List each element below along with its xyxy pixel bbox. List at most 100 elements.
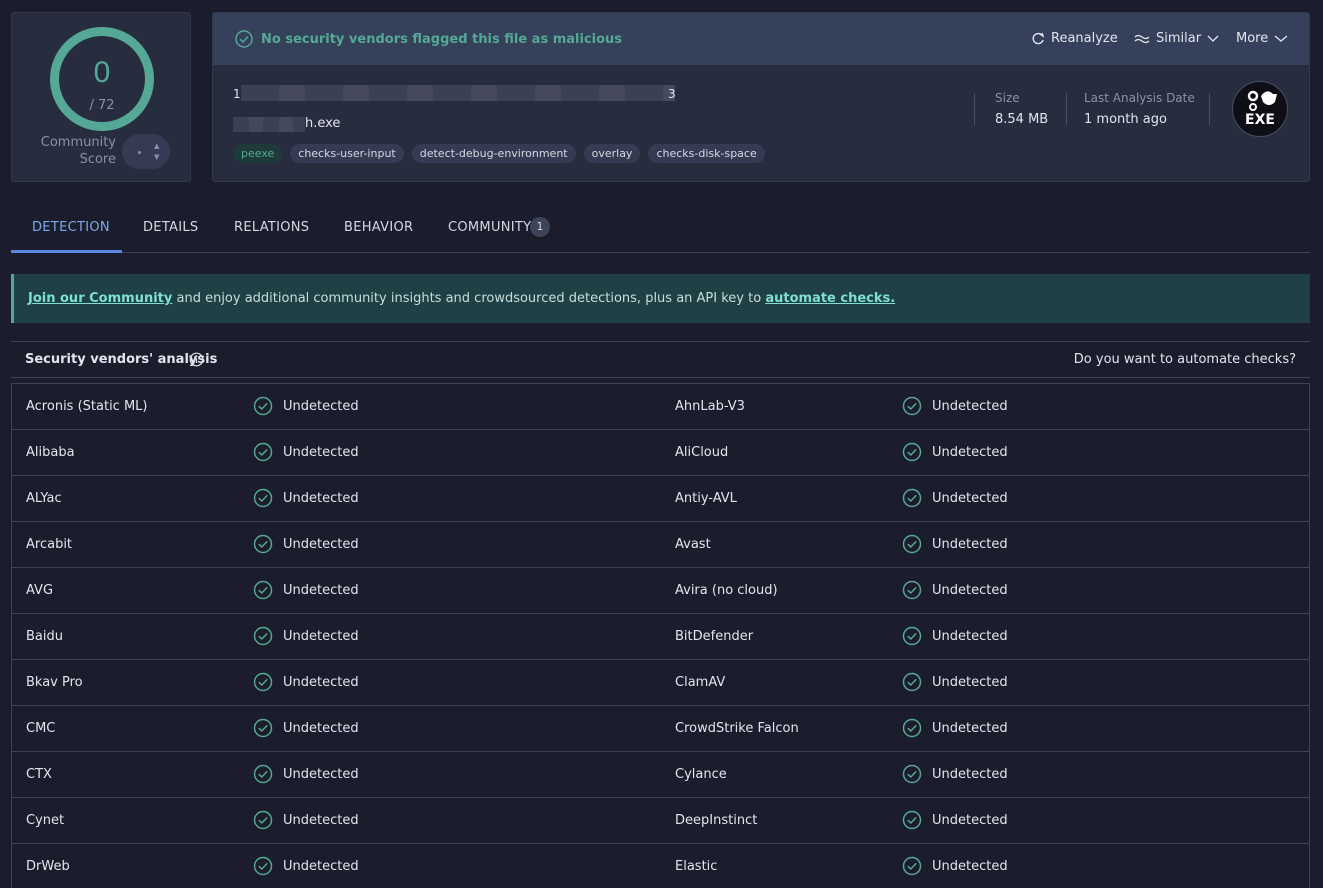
file-hash-start: 1 — [233, 87, 241, 101]
vendor-row: Acronis (Static ML) Undetected AhnLab-V3 Un… — [12, 384, 1309, 430]
check-circle-icon — [902, 580, 922, 600]
vendor-result: Undetected — [932, 399, 1008, 414]
vendor-result: Undetected — [932, 537, 1008, 552]
vendor-name: Acronis (Static ML) — [26, 399, 148, 414]
vendor-row: Cynet Undetected DeepInstinct Undetected — [12, 798, 1309, 844]
active-tab-indicator — [11, 250, 122, 253]
vendor-name: CTX — [26, 767, 52, 782]
vendor-result: Undetected — [283, 537, 359, 552]
vendor-row: Bkav Pro Undetected ClamAV Undetected — [12, 660, 1309, 706]
vendor-name: Cylance — [675, 767, 727, 782]
last-analysis-value: 1 month ago — [1084, 112, 1167, 127]
chevron-down-icon — [1274, 35, 1288, 42]
file-tag[interactable]: checks-user-input — [290, 144, 404, 163]
vendor-result: Undetected — [932, 859, 1008, 874]
automate-checks-prompt[interactable]: Do you want to automate checks? — [1074, 352, 1296, 367]
vendor-result: Undetected — [932, 491, 1008, 506]
tab-details[interactable]: DETAILS — [143, 220, 198, 235]
size-value: 8.54 MB — [995, 112, 1049, 127]
file-tag[interactable]: checks-disk-space — [648, 144, 765, 163]
vendor-row: CTX Undetected Cylance Undetected — [12, 752, 1309, 798]
vendor-result: Undetected — [283, 813, 359, 828]
vendor-name: CrowdStrike Falcon — [675, 721, 799, 736]
check-circle-icon — [902, 718, 922, 738]
vendor-name: AhnLab-V3 — [675, 399, 745, 414]
vendor-result: Undetected — [283, 491, 359, 506]
vendor-name: Cynet — [26, 813, 65, 828]
check-circle-icon — [902, 442, 922, 462]
file-type-badge: EXE — [1232, 81, 1288, 137]
chevron-up-icon: ▲ — [154, 142, 160, 150]
check-circle-icon — [253, 764, 273, 784]
file-hash-end: 3 — [668, 87, 676, 101]
vendor-result: Undetected — [283, 721, 359, 736]
vendor-result: Undetected — [932, 583, 1008, 598]
community-score-dot — [138, 151, 141, 154]
vendor-name: CMC — [26, 721, 56, 736]
vendor-name: ALYac — [26, 491, 62, 506]
vendor-name: ClamAV — [675, 675, 726, 690]
vendor-result: Undetected — [932, 813, 1008, 828]
file-tag[interactable]: peexe — [233, 144, 283, 163]
vendor-row: Alibaba Undetected AliCloud Undetected — [12, 430, 1309, 476]
vendor-result: Undetected — [932, 629, 1008, 644]
divider — [1066, 93, 1067, 125]
tab-community[interactable]: COMMUNITY — [448, 220, 531, 235]
tag-list: peexe checks-user-input detect-debug-envir… — [233, 144, 765, 163]
vendor-result: Undetected — [283, 445, 359, 460]
vendor-name: DeepInstinct — [675, 813, 758, 828]
divider — [1209, 93, 1210, 125]
vendor-result: Undetected — [932, 767, 1008, 782]
check-circle-icon — [902, 626, 922, 646]
check-circle-icon — [902, 856, 922, 876]
check-circle-icon — [253, 856, 273, 876]
status-text: No security vendors flagged this file as… — [261, 32, 623, 47]
redacted-hash — [241, 85, 675, 101]
check-circle-icon — [235, 30, 253, 48]
detection-total: / 72 — [89, 98, 115, 113]
vendors-header: Security vendors' analysis Do you want t… — [11, 341, 1310, 378]
check-circle-icon — [253, 534, 273, 554]
vendor-row: ALYac Undetected Antiy-AVL Undetected — [12, 476, 1309, 522]
vendor-result: Undetected — [283, 859, 359, 874]
file-type-label: EXE — [1245, 112, 1275, 128]
vendor-name: Elastic — [675, 859, 718, 874]
check-circle-icon — [902, 488, 922, 508]
file-tag[interactable]: overlay — [583, 144, 641, 163]
check-circle-icon — [253, 718, 273, 738]
vendors-table: Acronis (Static ML) Undetected AhnLab-V3 Un… — [11, 383, 1310, 888]
community-banner: Join our Community and enjoy additional … — [11, 274, 1310, 323]
similar-dropdown[interactable]: Similar — [1134, 31, 1219, 46]
size-label: Size — [995, 91, 1020, 105]
tab-relations[interactable]: RELATIONS — [234, 220, 309, 235]
community-score-toggle[interactable]: ▲ ▼ — [122, 134, 170, 169]
vendor-result: Undetected — [932, 445, 1008, 460]
detection-score-panel: 0 / 72 Community Score ▲ ▼ — [11, 12, 191, 182]
tab-behavior[interactable]: BEHAVIOR — [344, 220, 413, 235]
check-circle-icon — [253, 672, 273, 692]
check-circle-icon — [253, 442, 273, 462]
file-info-panel: No security vendors flagged this file as… — [212, 12, 1310, 182]
vendor-name: Baidu — [26, 629, 63, 644]
chevron-down-icon — [1207, 35, 1219, 42]
check-circle-icon — [902, 396, 922, 416]
automate-checks-link[interactable]: automate checks. — [765, 291, 895, 306]
more-dropdown[interactable]: More — [1236, 31, 1288, 46]
score-ring: 0 / 72 — [50, 27, 154, 131]
vendor-row: DrWeb Undetected Elastic Undetected — [12, 844, 1309, 888]
join-community-link[interactable]: Join our Community — [28, 291, 172, 306]
info-icon[interactable] — [189, 352, 204, 367]
refresh-icon — [1032, 32, 1045, 44]
detection-count: 0 — [93, 56, 111, 89]
check-circle-icon — [253, 488, 273, 508]
reanalyze-button[interactable]: Reanalyze — [1031, 31, 1118, 46]
check-circle-icon — [902, 810, 922, 830]
last-analysis-label: Last Analysis Date — [1084, 91, 1195, 105]
banner-text: Join our Community and enjoy additional … — [28, 291, 896, 306]
file-name: h.exe — [305, 116, 341, 131]
vendor-name: AVG — [26, 583, 54, 598]
file-tag[interactable]: detect-debug-environment — [411, 144, 576, 163]
check-circle-icon — [902, 534, 922, 554]
vendor-name: DrWeb — [26, 859, 70, 874]
tab-detection[interactable]: DETECTION — [32, 220, 110, 235]
